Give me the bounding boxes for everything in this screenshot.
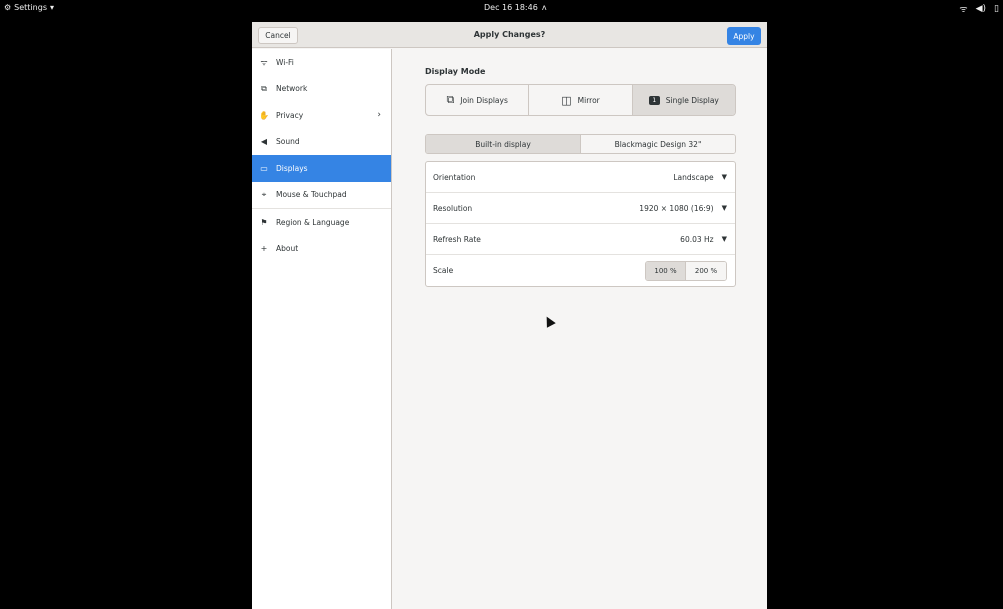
join-displays-button[interactable]: ⧉ Join Displays — [426, 85, 530, 115]
settings-window: Cancel Apply Changes? Apply ᯤ Wi-Fi ⧉ Ne… — [252, 22, 767, 609]
scale-200-button[interactable]: 200 % — [686, 261, 726, 280]
single-display-button[interactable]: 1 Single Display — [632, 85, 735, 115]
orientation-row[interactable]: Orientation Landscape ▼ — [426, 162, 735, 193]
mode-label: Single Display — [665, 95, 719, 105]
mirror-button[interactable]: ◫ Mirror — [529, 85, 633, 115]
sidebar-item-label: Mouse & Touchpad — [276, 190, 347, 200]
mode-label: Mirror — [577, 95, 600, 105]
sidebar-item-label: Region & Language — [276, 217, 350, 227]
mode-label: Join Displays — [460, 95, 508, 105]
window-title: Apply Changes? — [473, 30, 546, 39]
sidebar-item-sound[interactable]: ◀ Sound — [252, 129, 391, 156]
gear-icon: ⚙ — [4, 3, 12, 12]
night-light-icon: ᴧ — [541, 3, 547, 12]
flag-icon: ⚑ — [260, 217, 268, 227]
chevron-down-icon: ▼ — [721, 173, 727, 181]
wifi-icon: ᯤ — [260, 57, 268, 67]
sidebar-item-region-language[interactable]: ⚑ Region & Language — [252, 209, 391, 236]
resolution-label: Resolution — [433, 203, 473, 213]
display-mode-selector: ⧉ Join Displays ◫ Mirror 1 Single Displa… — [425, 84, 736, 116]
top-bar: ⚙ Settings ▾ Dec 16 18:46 ᴧ ᯤ ◀) ▯ — [0, 0, 1003, 18]
sidebar: ᯤ Wi-Fi ⧉ Network ✋ Privacy › ◀ Sound ▭ … — [252, 49, 392, 609]
volume-icon: ◀) — [975, 3, 987, 14]
refresh-rate-label: Refresh Rate — [433, 234, 481, 244]
chevron-down-icon: ▼ — [721, 204, 727, 212]
join-displays-icon: ⧉ — [446, 93, 455, 106]
sidebar-item-label: About — [276, 244, 299, 254]
refresh-rate-value: 60.03 Hz — [680, 234, 714, 244]
network-icon: ⧉ — [261, 83, 267, 93]
clock[interactable]: Dec 16 18:46 ᴧ — [484, 3, 547, 12]
apply-button[interactable]: Apply — [727, 27, 761, 45]
sound-icon: ◀ — [260, 137, 268, 147]
orientation-value: Landscape — [673, 172, 714, 182]
sidebar-item-wifi[interactable]: ᯤ Wi-Fi — [252, 49, 391, 76]
display-selector: Built-in display Blackmagic Design 32" — [425, 134, 736, 154]
mirror-icon: ◫ — [561, 93, 572, 107]
clock-label: Dec 16 18:46 — [484, 3, 538, 12]
about-icon: + — [260, 244, 268, 254]
sidebar-item-privacy[interactable]: ✋ Privacy › — [252, 102, 391, 129]
chevron-down-icon: ▾ — [49, 3, 54, 12]
resolution-row[interactable]: Resolution 1920 × 1080 (16:9) ▼ — [426, 193, 735, 224]
sidebar-item-about[interactable]: + About — [252, 236, 391, 263]
chevron-down-icon: ▼ — [721, 235, 727, 243]
header-bar: Cancel Apply Changes? Apply — [252, 22, 767, 48]
external-display-tab[interactable]: Blackmagic Design 32" — [581, 135, 735, 153]
sidebar-item-label: Displays — [276, 163, 308, 173]
scale-100-button[interactable]: 100 % — [646, 261, 686, 280]
display-icon: ▭ — [260, 163, 268, 173]
chevron-right-icon: › — [377, 110, 381, 121]
sidebar-item-displays[interactable]: ▭ Displays — [252, 155, 391, 182]
app-menu[interactable]: ⚙ Settings ▾ — [4, 3, 54, 12]
single-display-icon: 1 — [648, 95, 660, 105]
display-settings-list: Orientation Landscape ▼ Resolution 1920 … — [425, 161, 736, 287]
scale-label: Scale — [433, 266, 454, 275]
sidebar-item-label: Privacy — [276, 110, 304, 120]
mouse-icon: ⌖ — [261, 189, 267, 199]
sidebar-item-label: Network — [276, 84, 308, 94]
orientation-label: Orientation — [433, 172, 476, 182]
refresh-rate-row[interactable]: Refresh Rate 60.03 Hz ▼ — [426, 224, 735, 255]
sidebar-item-label: Wi-Fi — [276, 57, 294, 67]
privacy-icon: ✋ — [259, 110, 269, 120]
displays-panel: Display Mode ⧉ Join Displays ◫ Mirror 1 … — [393, 49, 767, 609]
app-menu-label: Settings — [14, 3, 47, 12]
wifi-icon: ᯤ — [959, 5, 968, 15]
scale-toggle: 100 % 200 % — [645, 260, 727, 281]
system-tray[interactable]: ᯤ ◀) ▯ — [959, 2, 999, 16]
battery-icon: ▯ — [994, 3, 999, 14]
built-in-display-tab[interactable]: Built-in display — [426, 135, 581, 153]
sidebar-item-network[interactable]: ⧉ Network — [252, 76, 391, 103]
sidebar-item-mouse-touchpad[interactable]: ⌖ Mouse & Touchpad — [252, 182, 391, 209]
scale-row: Scale 100 % 200 % — [426, 255, 735, 286]
sidebar-item-label: Sound — [276, 137, 300, 147]
display-mode-title: Display Mode — [425, 67, 486, 76]
resolution-value: 1920 × 1080 (16:9) — [639, 203, 714, 213]
